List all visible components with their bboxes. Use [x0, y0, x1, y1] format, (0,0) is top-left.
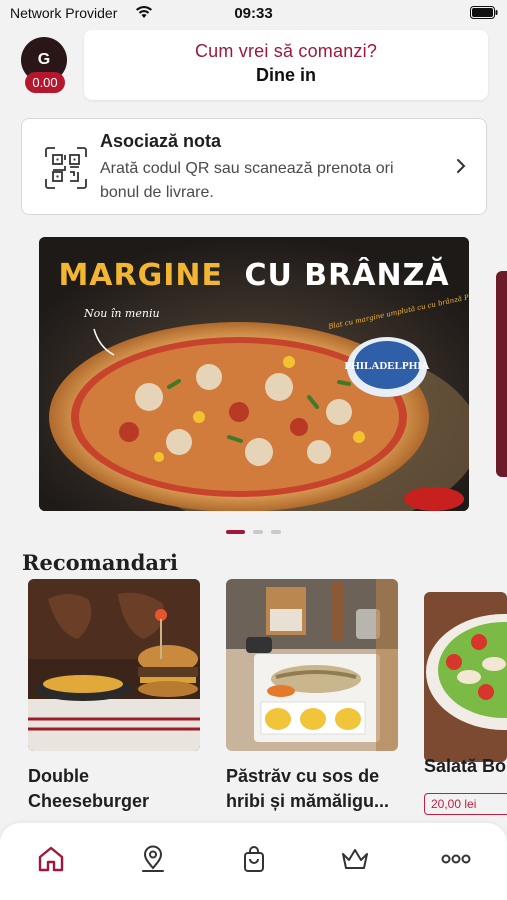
product-name: Păstrăv cu sos de hribi și mămăligu...	[226, 766, 390, 811]
order-question: Cum vrei să comanzi?	[194, 41, 378, 61]
chevron-right-icon	[457, 159, 466, 173]
tab-cart[interactable]	[236, 841, 272, 877]
profile-avatar[interactable]: G 0.00	[21, 37, 69, 95]
associate-description: Arată codul QR sau scanează prenota ori …	[100, 160, 394, 201]
product-image	[424, 592, 507, 762]
location-pin-icon	[142, 845, 164, 872]
product-name: Salată Bo	[424, 756, 507, 776]
battery-icon	[470, 6, 498, 19]
avatar-initial: G	[37, 51, 51, 68]
product-image	[226, 579, 398, 751]
product-name: Double Cheeseburger	[28, 766, 150, 811]
shopping-bag-icon	[244, 846, 264, 872]
order-mode-selector[interactable]: Cum vrei să comanzi? Dine in	[84, 30, 488, 100]
banner-artwork: PHILADELPHIA MARGINE CU BRÂNZĂ Nou în me…	[39, 237, 469, 511]
bottom-tab-bar	[0, 823, 507, 900]
status-time: 09:33	[234, 5, 273, 22]
qr-scan-icon	[45, 147, 87, 189]
more-icon	[441, 854, 471, 864]
svg-text:MARGINE CU BRÂNZĂ: MARGINE CU BRÂNZĂ	[58, 256, 449, 293]
product-card[interactable]: Salată Bo 20,00 lei	[424, 592, 507, 819]
crown-icon	[342, 849, 368, 869]
order-mode-value: Dine in	[255, 65, 316, 85]
home-icon	[38, 846, 64, 872]
associate-title: Asociază nota	[100, 131, 222, 151]
tab-loyalty[interactable]	[337, 841, 373, 877]
carousel-dot[interactable]	[271, 530, 281, 534]
banner-note-left: Nou în meniu	[83, 307, 160, 320]
product-card[interactable]: Păstrăv cu sos de hribi și mămăligu...	[226, 579, 398, 814]
carousel-dot[interactable]	[253, 530, 263, 534]
associate-bill-card[interactable]: Asociază nota Arată codul QR sau scaneaz…	[21, 118, 487, 215]
tab-home[interactable]	[33, 841, 69, 877]
banner-headline-1: MARGINE	[58, 258, 223, 293]
product-card[interactable]: Double Cheeseburger	[28, 579, 200, 814]
tab-locations[interactable]	[135, 841, 171, 877]
product-price: 20,00 lei	[424, 793, 507, 815]
product-image	[28, 579, 200, 751]
next-banner-peek[interactable]	[496, 271, 507, 477]
carousel-dots	[0, 530, 507, 534]
balance-badge: 0.00	[25, 72, 65, 93]
banner-brand: PHILADELPHIA	[345, 360, 430, 372]
carousel-dot[interactable]	[226, 530, 245, 534]
status-bar: Network Provider 09:33	[0, 0, 507, 28]
promo-banner[interactable]: PHILADELPHIA MARGINE CU BRÂNZĂ Nou în me…	[39, 237, 469, 511]
banner-headline-2: CU BRÂNZĂ	[244, 256, 449, 293]
tab-more[interactable]	[438, 841, 474, 877]
section-title-recommendations: Recomandari	[22, 550, 179, 575]
